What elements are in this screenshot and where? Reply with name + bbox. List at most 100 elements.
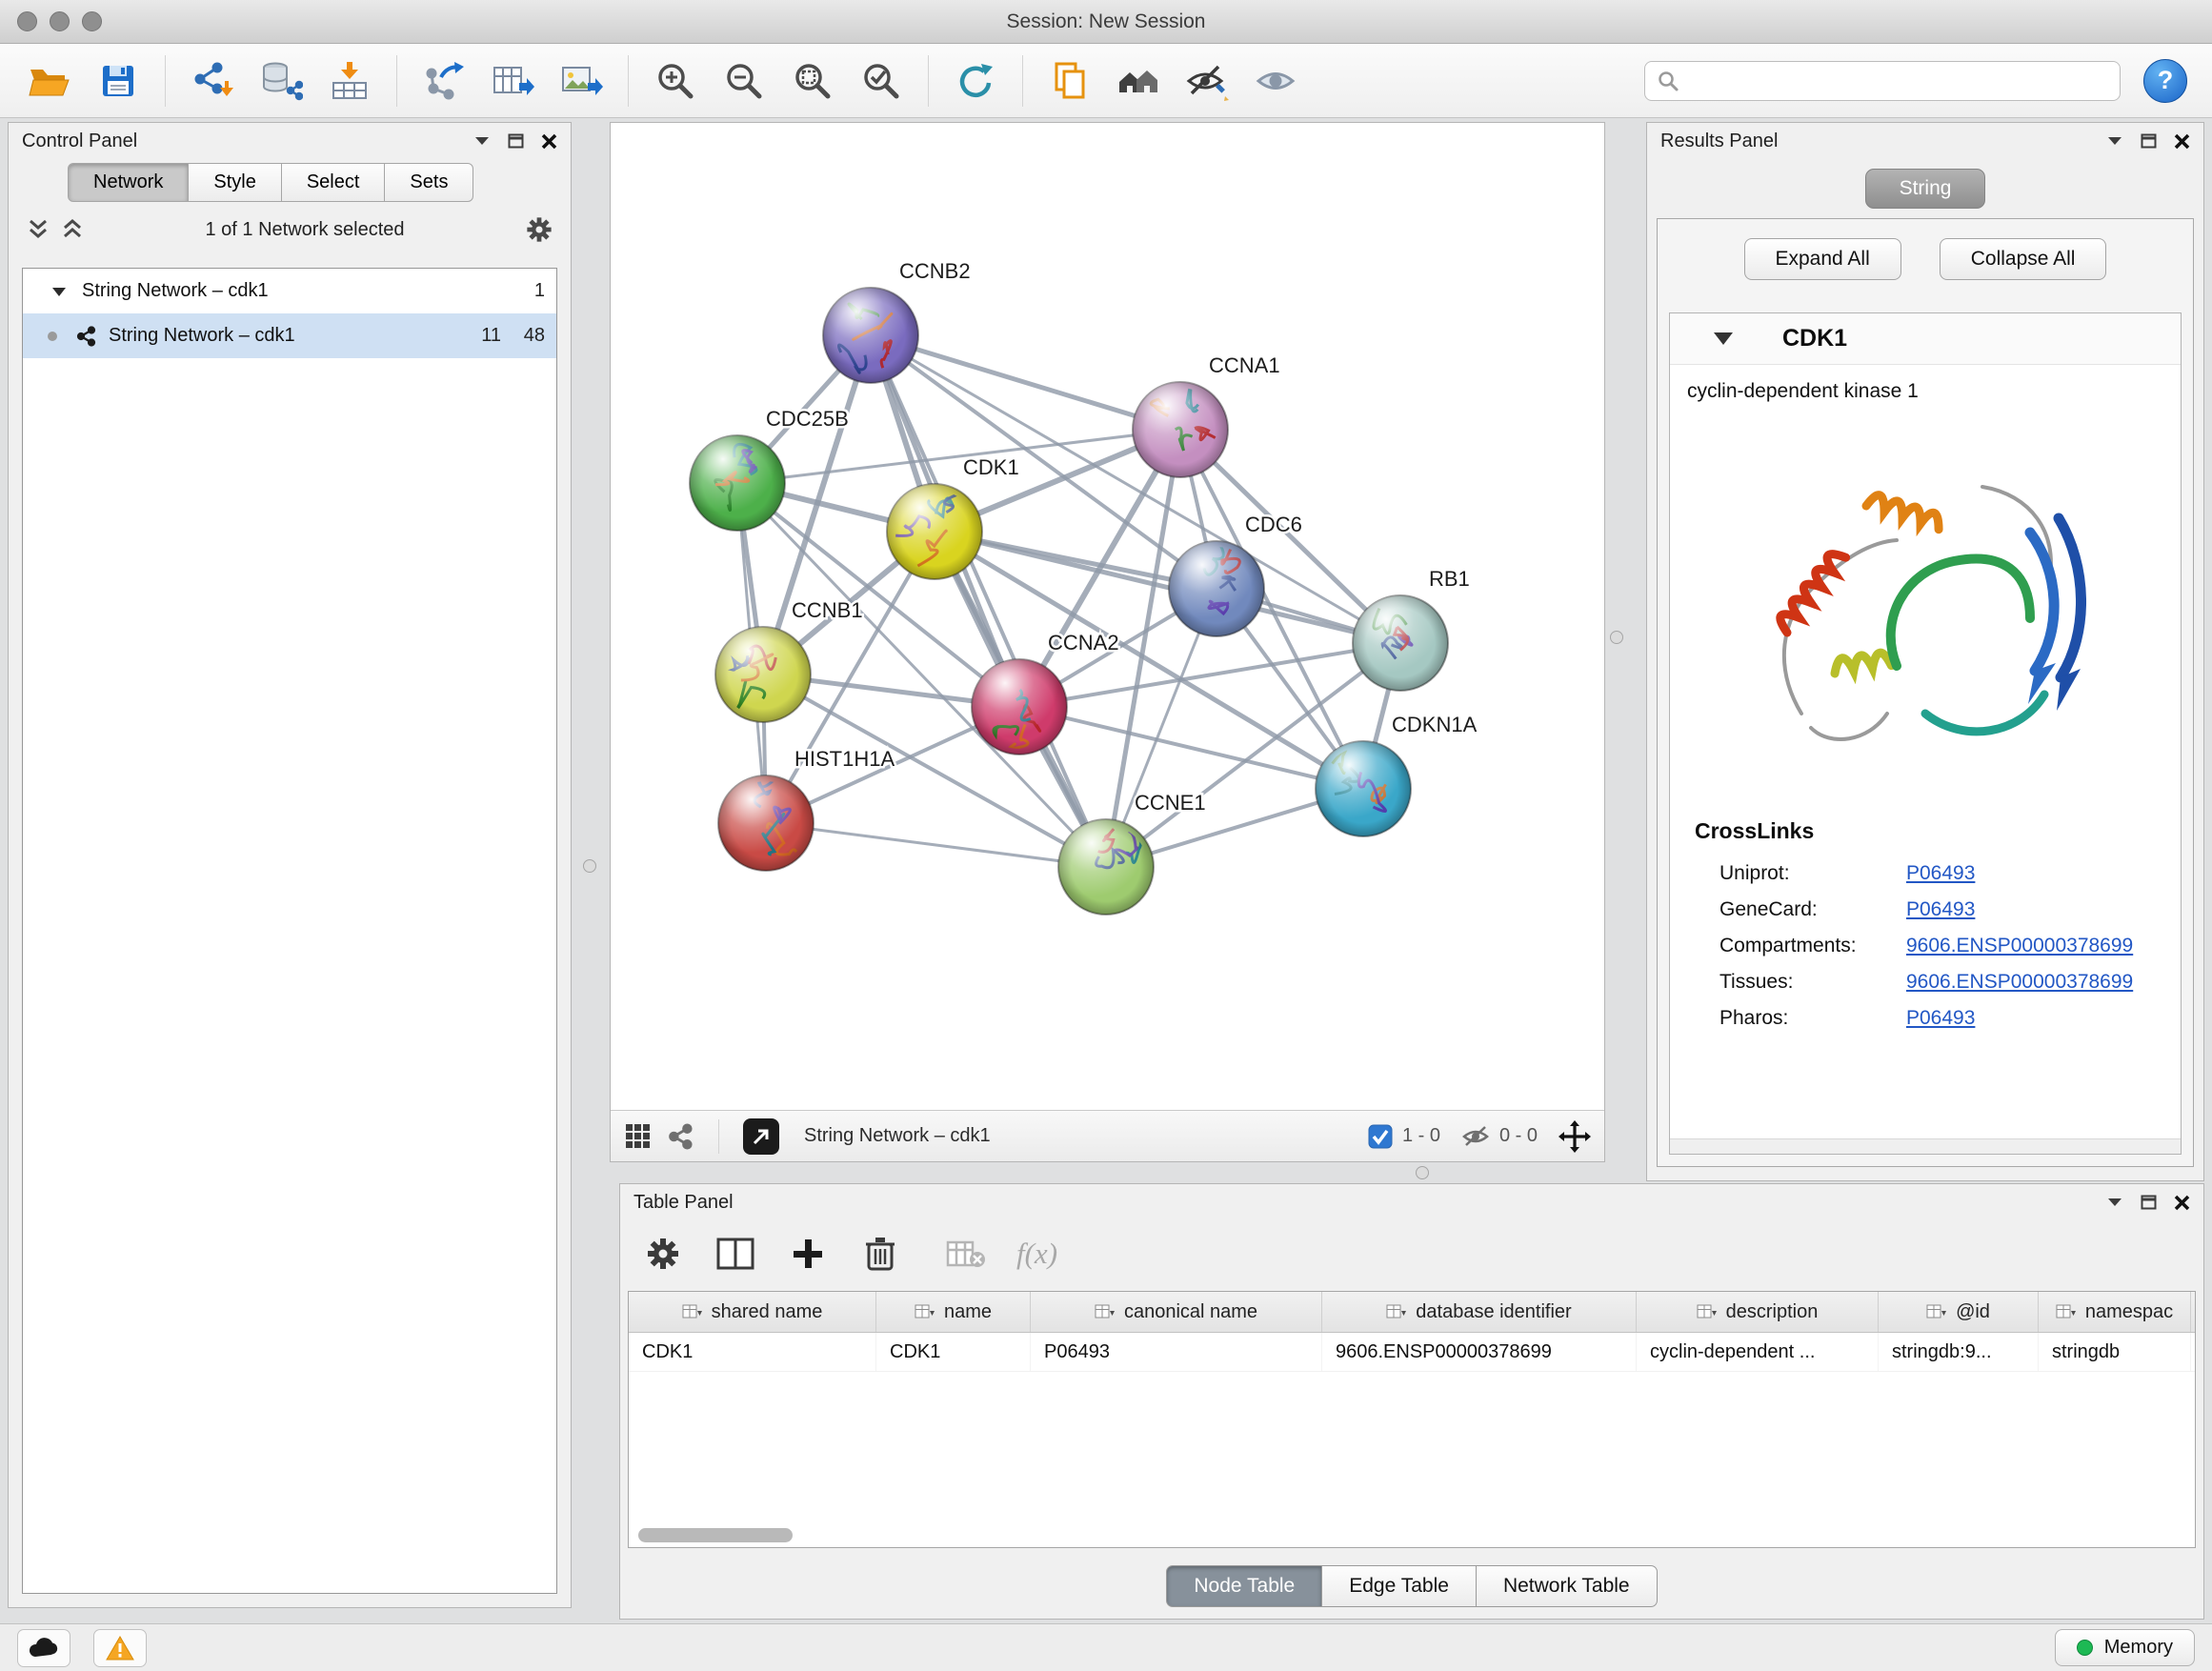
- maximize-window-button[interactable]: [82, 11, 102, 31]
- horizontal-splitter-handle[interactable]: [1416, 1166, 1429, 1179]
- control-panel: Control Panel NetworkStyleSelectSets 1 o…: [8, 122, 572, 1608]
- gene-section-header[interactable]: CDK1: [1670, 313, 2181, 365]
- tab-network[interactable]: Network: [68, 163, 189, 202]
- tab-style[interactable]: Style: [189, 163, 281, 202]
- column-header-label: description: [1726, 1301, 1819, 1323]
- open-in-window-button[interactable]: [743, 1118, 779, 1155]
- zoom-in-button[interactable]: [645, 51, 706, 111]
- network-node-label: HIST1H1A: [794, 747, 895, 771]
- home-button[interactable]: [1108, 51, 1169, 111]
- network-collection-row[interactable]: String Network – cdk1 1: [23, 269, 556, 313]
- column-header-namespac[interactable]: namespac: [2039, 1292, 2191, 1332]
- panel-float-button[interactable]: [508, 133, 524, 149]
- document-copy-button[interactable]: [1039, 51, 1100, 111]
- open-folder-icon: [27, 60, 72, 102]
- network-row[interactable]: String Network – cdk1 11 48: [23, 313, 556, 358]
- zoom-in-icon: [654, 60, 696, 102]
- open-session-button[interactable]: [19, 51, 80, 111]
- export-image-button[interactable]: [551, 51, 612, 111]
- crosslink-value-link[interactable]: P06493: [1906, 898, 1975, 921]
- network-overview-button[interactable]: [668, 1123, 694, 1150]
- export-network-button[interactable]: [413, 51, 474, 111]
- network-options-gear-button[interactable]: [525, 215, 553, 244]
- network-node-CDC25B[interactable]: CDC25B: [690, 407, 849, 531]
- import-network-database-button[interactable]: [251, 51, 312, 111]
- network-edge[interactable]: [766, 823, 1106, 867]
- tab-node-table[interactable]: Node Table: [1166, 1565, 1322, 1607]
- tab-network-table[interactable]: Network Table: [1477, 1565, 1658, 1607]
- import-table-button[interactable]: [319, 51, 380, 111]
- tab-select[interactable]: Select: [282, 163, 386, 202]
- collapse-all-button[interactable]: Collapse All: [1940, 238, 2107, 280]
- crosslink-value-link[interactable]: 9606.ENSP00000378699: [1906, 935, 2133, 957]
- column-header-name[interactable]: name: [876, 1292, 1031, 1332]
- help-button[interactable]: ?: [2143, 59, 2187, 103]
- network-canvas[interactable]: CCNB2CCNA1CDC25BCDK1CDC6RB1CCNB1CCNA2CDK…: [611, 123, 1604, 1110]
- panel-close-button[interactable]: [2174, 133, 2190, 150]
- table-horizontal-scrollbar-thumb[interactable]: [638, 1528, 793, 1542]
- panel-menu-button[interactable]: [473, 135, 491, 147]
- close-window-button[interactable]: [17, 11, 37, 31]
- network-edge[interactable]: [935, 532, 1400, 643]
- show-columns-button[interactable]: [714, 1232, 757, 1276]
- cloud-status-button[interactable]: [17, 1629, 70, 1667]
- toggle-graphics-details-button[interactable]: [1176, 51, 1237, 111]
- import-network-file-button[interactable]: [182, 51, 243, 111]
- vertical-splitter-handle[interactable]: [583, 859, 596, 873]
- tab-sets[interactable]: Sets: [385, 163, 473, 202]
- export-table-button[interactable]: [482, 51, 543, 111]
- checkbox-checked-icon[interactable]: [1368, 1124, 1393, 1149]
- panel-float-button[interactable]: [2141, 1195, 2157, 1210]
- minimize-window-button[interactable]: [50, 11, 70, 31]
- memory-button[interactable]: Memory: [2055, 1629, 2195, 1666]
- network-node-CCNA1[interactable]: CCNA1: [1133, 353, 1280, 477]
- network-node-CDKN1A[interactable]: CDKN1A: [1316, 713, 1478, 836]
- crosslink-value-link[interactable]: P06493: [1906, 862, 1975, 885]
- results-horizontal-scrollbar[interactable]: [1670, 1138, 2181, 1154]
- vertical-splitter-handle[interactable]: [1610, 631, 1623, 644]
- grid-view-button[interactable]: [624, 1122, 653, 1151]
- add-column-button[interactable]: [786, 1232, 830, 1276]
- zoom-selected-button[interactable]: [851, 51, 912, 111]
- column-header-database-identifier[interactable]: database identifier: [1322, 1292, 1637, 1332]
- table-settings-gear-button[interactable]: [641, 1232, 685, 1276]
- crosslink-value-link[interactable]: 9606.ENSP00000378699: [1906, 971, 2133, 994]
- network-edge[interactable]: [871, 335, 1106, 867]
- show-hide-elements-button[interactable]: [1245, 51, 1306, 111]
- function-builder-button[interactable]: f(x): [1016, 1232, 1057, 1276]
- delete-column-button[interactable]: [858, 1232, 902, 1276]
- network-node-HIST1H1A[interactable]: HIST1H1A: [718, 747, 895, 871]
- crosslink-value-link[interactable]: P06493: [1906, 1007, 1975, 1030]
- panel-menu-button[interactable]: [2106, 135, 2123, 147]
- network-node-CDK1[interactable]: CDK1: [887, 455, 1019, 579]
- section-collapse-triangle-icon[interactable]: [1714, 332, 1733, 345]
- column-header-@id[interactable]: @id: [1879, 1292, 2039, 1332]
- collapse-all-icon-button[interactable]: [26, 218, 50, 241]
- search-input[interactable]: [1687, 64, 2108, 98]
- zoom-out-button[interactable]: [714, 51, 774, 111]
- crosslink-label: Compartments:: [1719, 935, 1906, 957]
- table-row[interactable]: CDK1CDK1P064939606.ENSP00000378699cyclin…: [629, 1333, 2195, 1372]
- panel-float-button[interactable]: [2141, 133, 2157, 149]
- apply-layout-button[interactable]: [945, 51, 1006, 111]
- network-graph[interactable]: CCNB2CCNA1CDC25BCDK1CDC6RB1CCNB1CCNA2CDK…: [611, 123, 1604, 1110]
- table-cell: 9606.ENSP00000378699: [1322, 1333, 1637, 1371]
- column-header-canonical-name[interactable]: canonical name: [1031, 1292, 1322, 1332]
- expand-all-button[interactable]: Expand All: [1744, 238, 1901, 280]
- column-header-shared-name[interactable]: shared name: [629, 1292, 876, 1332]
- save-session-button[interactable]: [88, 51, 149, 111]
- network-node-CCNB1[interactable]: CCNB1: [715, 598, 863, 722]
- panel-menu-button[interactable]: [2106, 1197, 2123, 1208]
- expand-all-icon-button[interactable]: [60, 218, 85, 241]
- delete-table-button[interactable]: [944, 1232, 988, 1276]
- network-node-RB1[interactable]: RB1: [1353, 567, 1470, 691]
- warnings-button[interactable]: [93, 1629, 147, 1667]
- zoom-fit-button[interactable]: [782, 51, 843, 111]
- network-node-CCNB2[interactable]: CCNB2: [823, 259, 971, 383]
- tab-edge-table[interactable]: Edge Table: [1322, 1565, 1477, 1607]
- column-header-description[interactable]: description: [1637, 1292, 1879, 1332]
- pan-tool-button[interactable]: [1558, 1120, 1591, 1153]
- panel-close-button[interactable]: [541, 133, 557, 150]
- tab-string[interactable]: String: [1865, 169, 1985, 209]
- panel-close-button[interactable]: [2174, 1195, 2190, 1211]
